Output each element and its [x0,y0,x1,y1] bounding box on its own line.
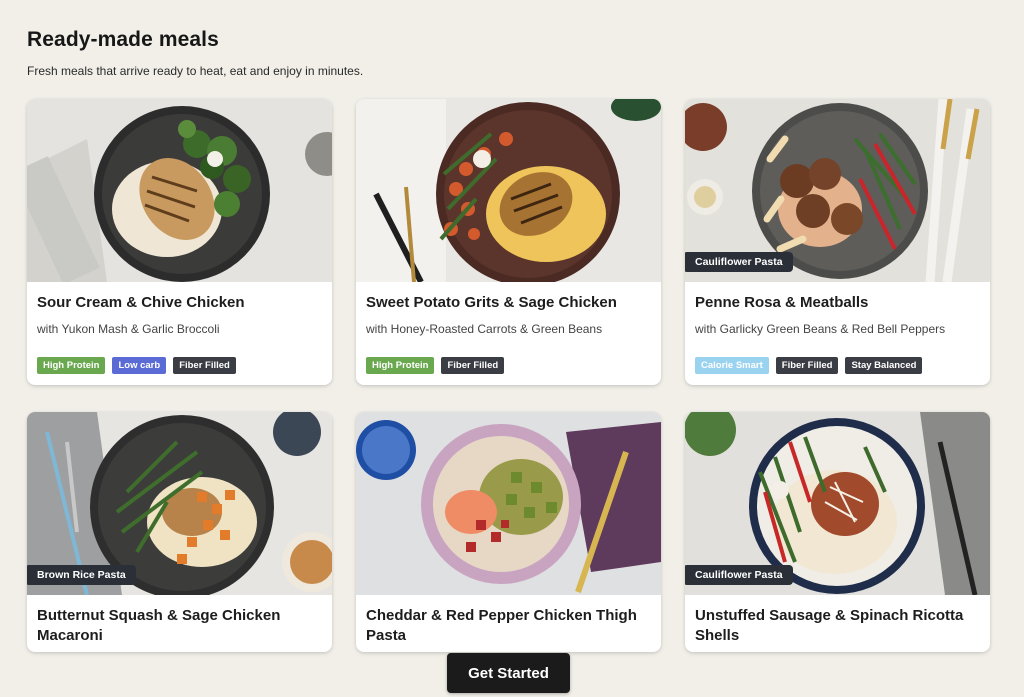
meal-title: Sour Cream & Chive Chicken [37,294,245,311]
meal-image [27,99,332,282]
meal-image: Cauliflower Pasta [685,99,990,282]
meal-description: with Yukon Mash & Garlic Broccoli [37,322,220,336]
get-started-button[interactable]: Get Started [447,653,570,693]
page-header: Ready-made meals Fresh meals that arrive… [27,28,363,78]
meal-grid: Sour Cream & Chive Chicken with Yukon Ma… [27,99,990,652]
meal-card[interactable]: Sour Cream & Chive Chicken with Yukon Ma… [27,99,332,385]
meal-description: with Garlicky Green Beans & Red Bell Pep… [695,322,946,336]
meal-tags: High Protein Fiber Filled [366,357,651,374]
meal-tags: High Protein Low carb Fiber Filled [37,357,322,374]
meal-title: Sweet Potato Grits & Sage Chicken [366,294,617,311]
meal-title: Butternut Squash & Sage Chicken Macaroni [37,607,281,644]
tag-low-carb: Low carb [112,357,167,374]
meal-image: Cauliflower Pasta [685,412,990,595]
meal-card[interactable]: Cauliflower Pasta Penne Rosa & Meatballs… [685,99,990,385]
meal-card[interactable]: Brown Rice Pasta Butternut Squash & Sage… [27,412,332,652]
page-subtitle: Fresh meals that arrive ready to heat, e… [27,64,364,78]
meal-image [356,99,661,282]
meal-description: with Honey-Roasted Carrots & Green Beans [366,322,603,336]
pasta-badge: Cauliflower Pasta [685,565,793,585]
tag-high-protein: High Protein [366,357,435,374]
meal-title: Cheddar & Red Pepper Chicken Thigh Pasta [366,607,637,644]
meal-title: Penne Rosa & Meatballs [695,294,869,311]
page-title: Ready-made meals [27,28,219,51]
meal-card[interactable]: Sweet Potato Grits & Sage Chicken with H… [356,99,661,385]
tag-fiber-filled: Fiber Filled [775,357,839,374]
meal-title: Unstuffed Sausage & Spinach Ricotta Shel… [695,607,964,644]
meal-image [356,412,661,595]
meal-card[interactable]: Cheddar & Red Pepper Chicken Thigh Pasta [356,412,661,652]
meal-image: Brown Rice Pasta [27,412,332,595]
tag-calorie-smart: Calorie Smart [695,357,769,374]
tag-high-protein: High Protein [37,357,106,374]
tag-fiber-filled: Fiber Filled [441,357,505,374]
tag-stay-balanced: Stay Balanced [845,357,923,374]
meal-tags: Calorie Smart Fiber Filled Stay Balanced [695,357,980,374]
pasta-badge: Cauliflower Pasta [685,252,793,272]
pasta-badge: Brown Rice Pasta [27,565,136,585]
meal-card[interactable]: Cauliflower Pasta Unstuffed Sausage & Sp… [685,412,990,652]
tag-fiber-filled: Fiber Filled [173,357,236,374]
